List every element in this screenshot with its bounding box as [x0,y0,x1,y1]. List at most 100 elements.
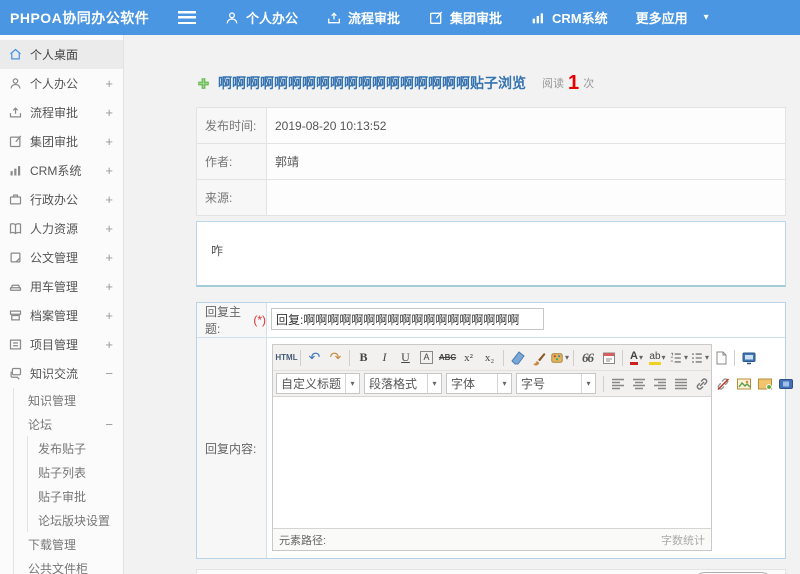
sidebar-item-knowledge-exchange[interactable]: 知识交流 − [0,359,123,388]
sidebar-item-group-approval[interactable]: 集团审批 + [0,127,123,156]
underline-button[interactable]: U [395,347,416,368]
font-family-select[interactable]: 字体 ▾ [446,373,512,394]
align-right-button[interactable] [649,373,670,394]
read-label: 阅读 [542,78,564,90]
sidebar-item-human-resources[interactable]: 人力资源 + [0,214,123,243]
sidebar-item-post-approval[interactable]: 贴子审批 [0,484,123,508]
sidebar-item-personal-office[interactable]: 个人办公 + [0,69,123,98]
home-icon [8,47,23,62]
strikethrough-button[interactable]: ABC [437,347,458,368]
new-page-button[interactable] [710,347,731,368]
align-left-button[interactable] [607,373,628,394]
chart-icon [530,10,546,26]
remove-format-button[interactable] [507,347,528,368]
sidebar-item-personal-desktop[interactable]: 个人桌面 [0,40,123,69]
paragraph-select[interactable]: 段落格式 ▾ [364,373,442,394]
sidebar-item-project-mgmt[interactable]: 项目管理 + [0,330,123,359]
expand-toggle-icon: + [105,76,113,91]
sidebar-item-forum[interactable]: 论坛 − [0,412,123,436]
nav-group-approval[interactable]: 集团审批 [428,8,502,27]
image-button[interactable] [733,373,754,394]
hamburger-menu-icon[interactable] [178,11,196,24]
sidebar-item-vehicle-mgmt[interactable]: 用车管理 + [0,272,123,301]
quick-style-button[interactable]: ▾ [549,347,570,368]
align-center-button[interactable] [628,373,649,394]
sidebar-item-document-mgmt[interactable]: 公文管理 + [0,243,123,272]
redo-button[interactable]: ↷ [325,347,346,368]
post-title-row: 啊啊啊啊啊啊啊啊啊啊啊啊啊啊啊啊啊啊贴子浏览 阅读 1 次 [196,71,786,95]
post-info-label: 发布时间: [196,107,267,144]
align-justify-icon [673,376,689,392]
bold-button[interactable]: B [353,347,374,368]
image-icon [736,376,752,392]
sidebar-item-workflow-approval[interactable]: 流程审批 + [0,98,123,127]
nav-crm-system[interactable]: CRM系统 [530,8,608,27]
align-right-icon [652,376,668,392]
sidebar-item-archive-mgmt[interactable]: 档案管理 + [0,301,123,330]
chevron-down-icon: ▾ [704,353,709,362]
superscript-button[interactable]: x² [458,347,479,368]
expand-toggle-icon: + [105,250,113,265]
italic-button[interactable]: I [374,347,395,368]
unlink-button[interactable] [712,373,733,394]
top-navigation: 个人办公 流程审批 集团审批 CRM系统 更多应用 ▾ [196,8,709,27]
font-button[interactable]: A [416,347,437,368]
fullscreen-button[interactable] [738,347,759,368]
page-title: 啊啊啊啊啊啊啊啊啊啊啊啊啊啊啊啊啊啊贴子浏览 [218,75,526,91]
datebox-icon [601,350,617,366]
post-info-row: 作者: 郭靖 [196,143,786,180]
format-brush-button[interactable] [528,347,549,368]
ordered-list-button[interactable]: ▾ [668,347,689,368]
expand-toggle-icon: − [105,366,113,381]
eraser-icon [510,350,526,366]
text-color-button[interactable]: A ▾ [626,347,647,368]
source-button[interactable]: HTML [275,347,297,368]
flash-button[interactable] [754,373,775,394]
post-info-label: 作者: [196,143,267,180]
nav-personal-office[interactable]: 个人办公 [224,8,298,27]
quote-button[interactable]: 66 [577,347,598,368]
undo-button[interactable]: ↶ [304,347,325,368]
sidebar-item-forum-board-settings[interactable]: 论坛版块设置 [0,508,123,532]
chat-icon [8,366,23,381]
sidebar-item-admin-office[interactable]: 行政办公 + [0,185,123,214]
unordered-list-button[interactable]: ▾ [689,347,710,368]
post-info-table: 发布时间: 2019-08-20 10:13:52 作者: 郭靖 来源: [196,107,786,216]
media-button[interactable] [775,373,796,394]
align-center-icon [631,376,647,392]
subscript-button[interactable]: x₂ [479,347,500,368]
list-ol-icon [669,350,683,366]
sidebar-item-post-create[interactable]: 发布贴子 [0,436,123,460]
align-left-icon [610,376,626,392]
sidebar-item-crm-system[interactable]: CRM系统 + [0,156,123,185]
sidebar-item-public-file-cabinet[interactable]: 公共文件柜 [0,556,123,574]
sidebar-item-post-list[interactable]: 贴子列表 [0,460,123,484]
link-button[interactable] [691,373,712,394]
sidebar-item-download-mgmt[interactable]: 下载管理 [0,532,123,556]
table-button[interactable] [796,373,800,394]
font-size-select[interactable]: 字号 ▾ [516,373,596,394]
reply-content-row: 回复内容: HTML ↶ ↷ B I U A ABC x² x₂ ▾ 66 A … [197,337,785,558]
reply-subject-input[interactable] [271,308,544,330]
insert-date-button[interactable] [598,347,619,368]
chevron-down-icon: ▾ [345,374,359,393]
reply-form: 回复主题:(*) 回复内容: HTML [196,302,786,559]
word-count-label: 字数统计 [661,534,705,547]
read-unit: 次 [583,78,595,90]
user-icon [8,76,23,91]
post-content: 咋 [196,221,786,287]
toolbar-separator [734,349,735,366]
highlight-button[interactable]: ab ▾ [647,347,668,368]
sidebar: 个人桌面 个人办公 + 流程审批 + 集团审批 + CRM系统 + 行政办公 +… [0,35,124,574]
heading-select[interactable]: 自定义标题 ▾ [276,373,360,394]
editor-toolbar-row1: HTML ↶ ↷ B I U A ABC x² x₂ ▾ 66 A ▾ ab ▾… [273,345,711,370]
toolbar-separator [503,349,504,366]
align-justify-button[interactable] [670,373,691,394]
nav-workflow-approval[interactable]: 流程审批 [326,8,400,27]
post-info-value: 2019-08-20 10:13:52 [266,107,786,144]
editor-content-area[interactable] [273,397,711,528]
chevron-down-icon: ▾ [581,374,595,393]
nav-more-apps[interactable]: 更多应用 ▾ [636,8,709,27]
read-count: 1 [568,72,580,94]
sidebar-item-knowledge-mgmt[interactable]: 知识管理 [0,388,123,412]
